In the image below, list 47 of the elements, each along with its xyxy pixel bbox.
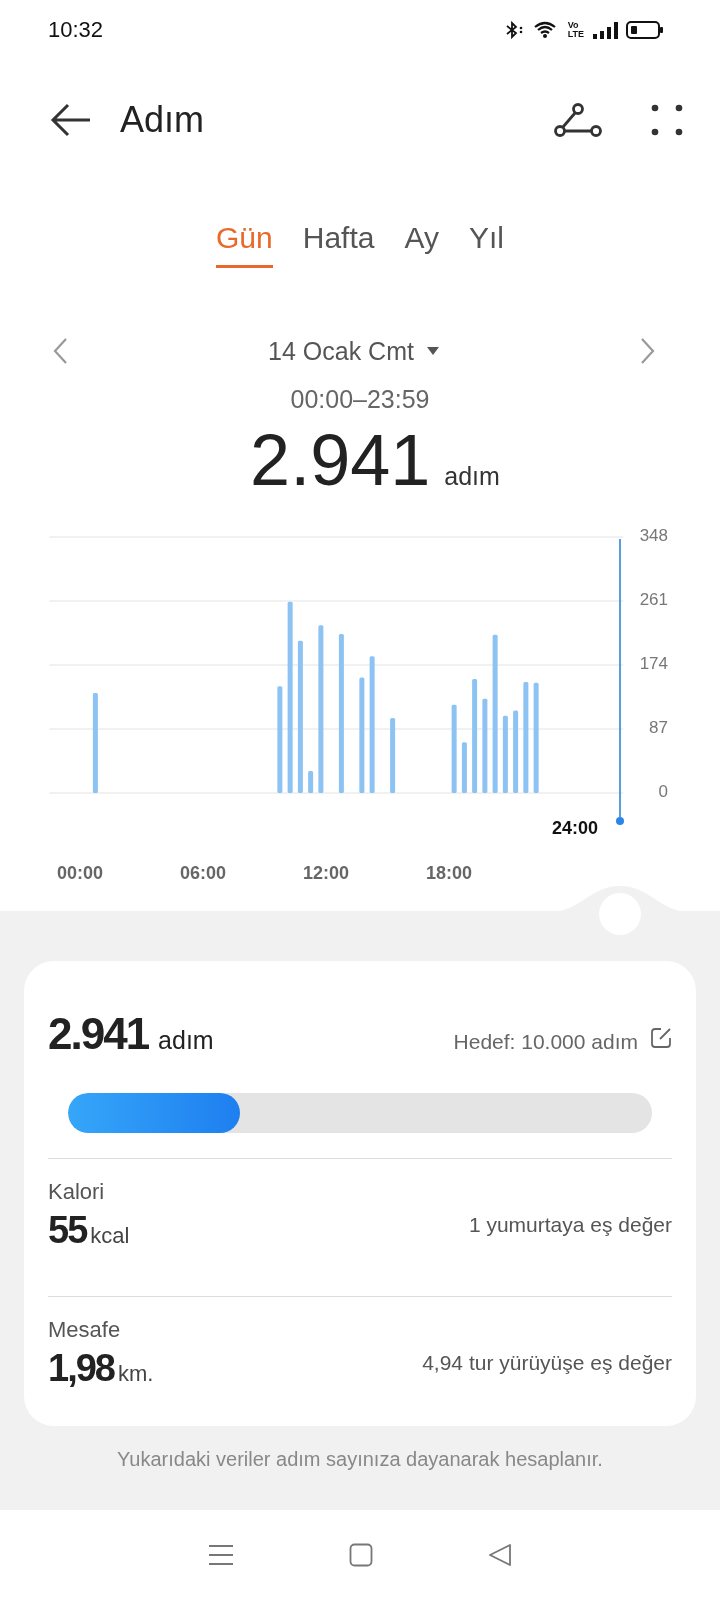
step-total: 2.941 bbox=[250, 419, 431, 501]
route-icon[interactable] bbox=[554, 103, 602, 137]
x-axis-label: 00:00 bbox=[57, 863, 103, 883]
metric-unit: km. bbox=[117, 1360, 154, 1387]
time-range: 00:00–23:59 bbox=[289, 384, 431, 415]
period-tab[interactable]: Yıl bbox=[468, 199, 504, 268]
step-unit: adım bbox=[444, 462, 500, 491]
cursor-time: 24:00 bbox=[551, 818, 598, 838]
x-axis-label: 18:00 bbox=[426, 863, 472, 883]
caret-icon bbox=[425, 346, 440, 356]
menu-icon[interactable] bbox=[207, 1544, 234, 1566]
page-title: Adım bbox=[120, 99, 206, 141]
edit-icon[interactable] bbox=[650, 1027, 672, 1049]
metric-equivalent: 1 yumurtaya eş değer bbox=[468, 1213, 672, 1237]
volte-label: Vo LTE bbox=[567, 21, 584, 39]
step-count: 2.941 bbox=[48, 1009, 149, 1059]
back-icon[interactable] bbox=[488, 1543, 513, 1567]
back-arrow-icon[interactable] bbox=[50, 103, 92, 137]
y-axis-label: 348 bbox=[639, 526, 668, 546]
home-icon[interactable] bbox=[349, 1543, 373, 1567]
previous-icon[interactable] bbox=[52, 337, 68, 365]
date-dropdown[interactable]: 14 Ocak Cmt bbox=[262, 335, 446, 367]
y-axis-label: 87 bbox=[649, 718, 668, 738]
time-cursor[interactable] bbox=[616, 538, 624, 825]
step-unit: adım bbox=[158, 1026, 215, 1055]
period-tab[interactable]: Ay bbox=[404, 199, 439, 268]
signal-icon bbox=[592, 21, 618, 39]
y-axis-label: 261 bbox=[639, 590, 668, 610]
goal-text: Hedef: 10.000 adım bbox=[453, 1030, 638, 1054]
more-icon[interactable] bbox=[650, 103, 684, 137]
next-icon[interactable] bbox=[640, 337, 656, 365]
step-bar bbox=[461, 742, 467, 793]
metric-label: Kalori bbox=[48, 1178, 106, 1205]
period-tab[interactable]: Hafta bbox=[302, 199, 375, 268]
status-time: 10:32 bbox=[48, 17, 104, 43]
metric-unit: kcal bbox=[90, 1222, 130, 1249]
metric-value: 55 bbox=[48, 1208, 87, 1252]
metric-label: Mesafe bbox=[48, 1316, 122, 1343]
metric-value: 1,98 bbox=[48, 1346, 114, 1390]
x-axis-label: 06:00 bbox=[180, 863, 226, 883]
footnote: Yukarıdaki veriler adım sayınıza dayanarak hesaplanır. bbox=[116, 1448, 604, 1471]
metric-equivalent: 4,94 tur yürüyüşe eş değer bbox=[422, 1351, 672, 1375]
x-axis-label: 12:00 bbox=[303, 863, 349, 883]
y-axis-label: 0 bbox=[658, 782, 668, 802]
step-bar bbox=[308, 770, 314, 793]
battery-icon bbox=[626, 20, 664, 40]
y-axis-label: 174 bbox=[639, 654, 668, 674]
